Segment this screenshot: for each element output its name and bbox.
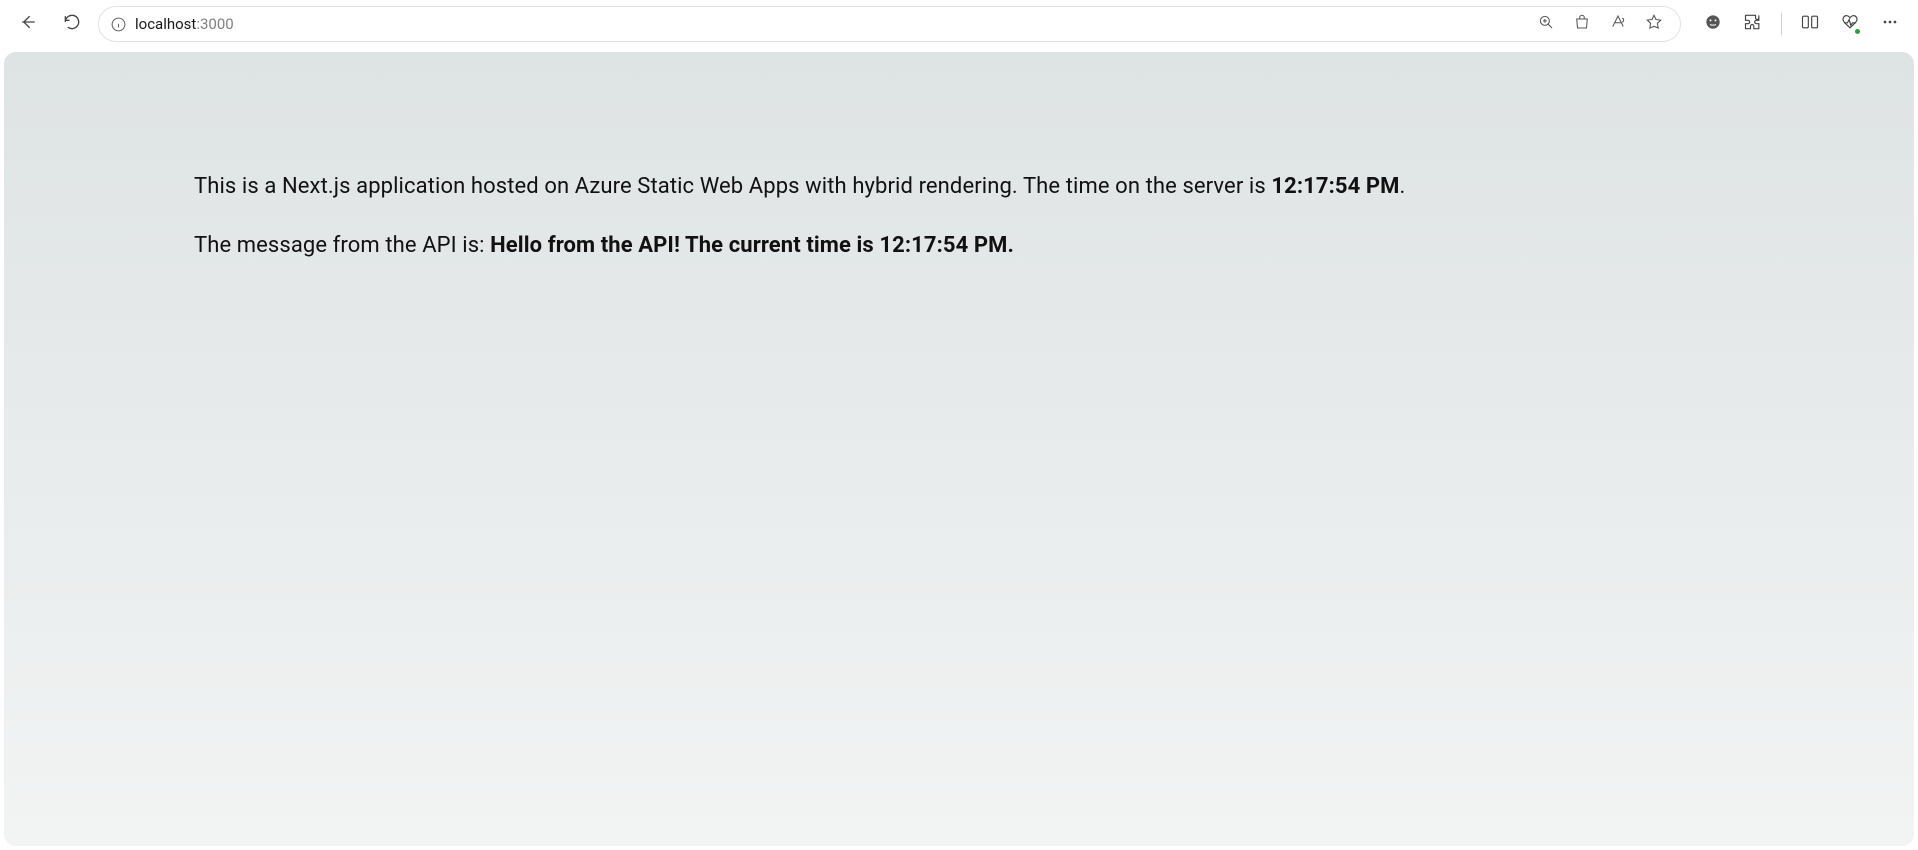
zoom-button[interactable] xyxy=(1530,8,1562,40)
api-message-value: Hello from the API! The current time is … xyxy=(490,233,1014,258)
split-screen-button[interactable] xyxy=(1792,6,1828,42)
more-horizontal-icon xyxy=(1880,12,1900,36)
address-trailing-actions xyxy=(1530,8,1670,40)
favorite-button[interactable] xyxy=(1638,8,1670,40)
api-message-prefix: The message from the API is: xyxy=(194,233,490,258)
server-time-suffix: . xyxy=(1400,174,1406,199)
arrow-left-icon xyxy=(18,12,38,36)
split-screen-icon xyxy=(1800,12,1820,36)
toolbar-right-cluster xyxy=(1695,6,1908,42)
performance-button[interactable] xyxy=(1832,6,1868,42)
toolbar-separator xyxy=(1781,13,1782,35)
address-host: localhost xyxy=(135,15,196,33)
address-bar[interactable]: localhost:3000 xyxy=(98,6,1681,42)
back-button[interactable] xyxy=(10,6,46,42)
read-aloud-icon xyxy=(1609,13,1627,35)
server-time-paragraph: This is a Next.js application hosted on … xyxy=(194,172,1724,203)
star-icon xyxy=(1645,13,1663,35)
api-message-paragraph: The message from the API is: Hello from … xyxy=(194,231,1724,262)
reload-button[interactable] xyxy=(54,6,90,42)
zoom-icon xyxy=(1537,13,1555,35)
shopping-button[interactable] xyxy=(1566,8,1598,40)
face-icon xyxy=(1703,12,1723,36)
address-port: :3000 xyxy=(196,15,233,33)
read-aloud-button[interactable] xyxy=(1602,8,1634,40)
status-dot-icon xyxy=(1854,28,1861,35)
page-body: This is a Next.js application hosted on … xyxy=(4,52,1914,846)
address-text: localhost:3000 xyxy=(135,15,1522,33)
puzzle-icon xyxy=(1743,12,1763,36)
reload-icon xyxy=(62,12,82,36)
extensions-button[interactable] xyxy=(1735,6,1771,42)
server-time-value: 12:17:54 PM xyxy=(1271,174,1399,199)
shopping-bag-icon xyxy=(1573,13,1591,35)
server-time-text: This is a Next.js application hosted on … xyxy=(194,174,1271,199)
browser-toolbar: localhost:3000 xyxy=(0,0,1918,48)
viewport: This is a Next.js application hosted on … xyxy=(0,48,1918,850)
site-info-icon[interactable] xyxy=(109,15,127,33)
more-button[interactable] xyxy=(1872,6,1908,42)
extension-button-1[interactable] xyxy=(1695,6,1731,42)
